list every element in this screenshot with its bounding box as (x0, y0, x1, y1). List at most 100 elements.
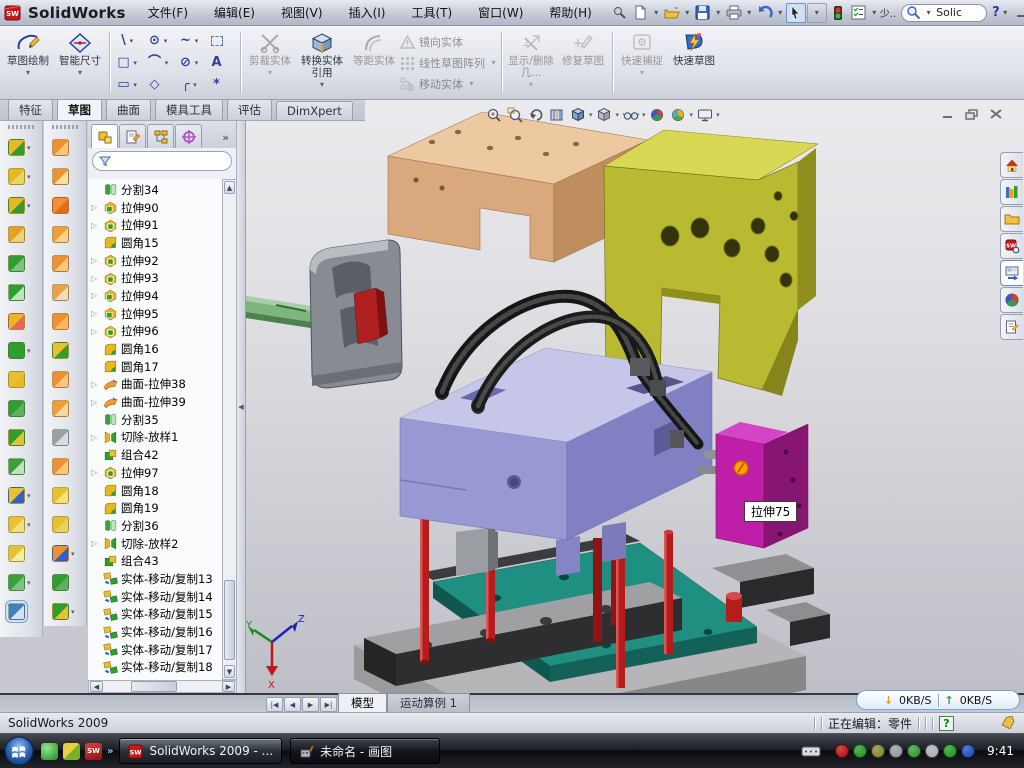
panel-tab-propertymanager[interactable] (119, 124, 146, 148)
undo-button[interactable] (755, 3, 775, 23)
toolbar-grip[interactable] (52, 125, 78, 129)
panel-tab-featuremanager[interactable] (91, 124, 118, 148)
sheetmetal-tool-4[interactable] (44, 220, 86, 249)
open-document-button-caret[interactable]: ▾ (683, 8, 692, 17)
tree-item[interactable]: 实体-移动/复制13 (88, 570, 222, 588)
tray-security-red-icon[interactable] (835, 744, 849, 758)
tree-item[interactable]: 实体-移动/复制18 (88, 659, 222, 677)
tray-update-check-icon[interactable] (871, 744, 885, 758)
features-tool-11[interactable] (0, 423, 42, 452)
features-tool-10[interactable] (0, 394, 42, 423)
selection-filter-button[interactable] (849, 3, 869, 23)
edit-appearance-icon[interactable] (648, 105, 667, 124)
search-input[interactable]: Solic (936, 6, 978, 19)
help-button[interactable]: ? (992, 5, 1000, 20)
tree-item[interactable]: ▷ 拉伸96 (88, 323, 222, 341)
doc-close-button[interactable] (988, 108, 1004, 120)
entity-slot-button[interactable]: ▭▾ (113, 74, 144, 96)
sheet-nav-last-button[interactable]: ▶| (320, 697, 337, 712)
sheetmetal-tool-12[interactable] (44, 452, 86, 481)
start-button[interactable] (3, 735, 35, 767)
tree-item[interactable]: 分割34 (88, 181, 222, 199)
entity-text-button[interactable]: A (206, 52, 237, 74)
tree-item[interactable]: 组合42 (88, 446, 222, 464)
ribbon-convert-entities-button[interactable]: 转换实体引用 ▾ (296, 28, 348, 97)
tree-item[interactable]: 圆角15 (88, 234, 222, 252)
tree-item[interactable]: ▷ 曲面-拉伸39 (88, 393, 222, 411)
pin-toolbar-button[interactable] (610, 3, 630, 23)
panel-splitter[interactable]: ◀ (237, 121, 246, 693)
tree-item[interactable]: ▷ 曲面-拉伸38 (88, 376, 222, 394)
doc-tab-模型[interactable]: 模型 (338, 693, 387, 712)
select-tool-button[interactable] (786, 3, 806, 23)
ribbon-quick-snaps-button[interactable]: 快速捕捉 ▾ (616, 28, 668, 97)
expand-arrow-icon[interactable]: ▷ (91, 274, 97, 283)
expand-arrow-icon[interactable]: ▷ (91, 203, 97, 212)
display-style-icon[interactable] (595, 105, 614, 124)
sheetmetal-tool-2[interactable] (44, 162, 86, 191)
tab-DimXpert[interactable]: DimXpert (276, 101, 353, 120)
sheet-nav-first-button[interactable]: |◀ (266, 697, 283, 712)
tree-item[interactable]: ▷ 拉伸92 (88, 252, 222, 270)
new-document-button-caret[interactable]: ▾ (652, 8, 661, 17)
undo-button-caret[interactable]: ▾ (776, 8, 785, 17)
tree-item[interactable]: 实体-移动/复制17 (88, 641, 222, 659)
entity-sketch-fillet-button[interactable]: ╭▾ (175, 74, 206, 96)
sheetmetal-tool-17[interactable]: ▾ (44, 597, 86, 626)
ribbon-trim-entities-button[interactable]: 剪裁实体 ▾ (244, 28, 296, 97)
help-caret[interactable]: ▾ (1001, 8, 1010, 17)
features-tool-2[interactable]: ▾ (0, 162, 42, 191)
previous-view-icon[interactable] (526, 105, 545, 124)
tab-草图[interactable]: 草图 (57, 98, 102, 120)
expand-arrow-icon[interactable]: ▷ (91, 468, 97, 477)
sheetmetal-tool-9[interactable] (44, 365, 86, 394)
features-tool-6[interactable] (0, 278, 42, 307)
part-insert-block[interactable] (716, 422, 808, 548)
scroll-up-button[interactable]: ▲ (224, 181, 235, 194)
features-tool-1[interactable]: ▾ (0, 133, 42, 162)
window-minimize-button[interactable] (1011, 3, 1024, 23)
expand-arrow-icon[interactable]: ▷ (91, 433, 97, 442)
sheetmetal-tool-5[interactable] (44, 249, 86, 278)
ribbon-repair-sketch-button[interactable]: + 修复草图 (557, 28, 609, 97)
menu-编辑(E)[interactable]: 编辑(E) (202, 1, 267, 24)
zoom-to-fit-icon[interactable] (484, 105, 503, 124)
tab-特征[interactable]: 特征 (8, 99, 53, 120)
sheet-nav-next-button[interactable]: ▶ (302, 697, 319, 712)
expand-arrow-icon[interactable]: ▷ (91, 309, 97, 318)
taskpane-tab-solidworks-search[interactable]: SW (1000, 233, 1023, 259)
features-tool-4[interactable] (0, 220, 42, 249)
entity-ellipse-button[interactable]: ⊘▾ (175, 52, 206, 74)
scroll-thumb[interactable] (224, 580, 235, 660)
part-red-insert[interactable] (354, 288, 388, 344)
panel-tab-overflow[interactable]: » (222, 131, 234, 148)
sheetmetal-tool-10[interactable] (44, 394, 86, 423)
features-tool-15[interactable] (0, 539, 42, 568)
ribbon-linear-sketch-pattern-button[interactable]: 线性草图阵列▾ (400, 53, 498, 72)
taskbar-button-paint[interactable]: 未命名 - 画图 (290, 738, 440, 764)
scroll-left-button[interactable]: ◀ (90, 681, 103, 692)
menu-帮助(H)[interactable]: 帮助(H) (537, 1, 603, 24)
taskpane-tab-appearances-scenes[interactable] (1000, 287, 1023, 313)
tree-item[interactable]: 圆角17 (88, 358, 222, 376)
entity-selection-box-button[interactable] (206, 30, 237, 52)
print-button-caret[interactable]: ▾ (745, 8, 754, 17)
tree-item[interactable]: ▷ 切除-放样1 (88, 429, 222, 447)
select-tool-caret[interactable]: ▾ (807, 3, 827, 23)
sheet-nav-prev-button[interactable]: ◀ (284, 697, 301, 712)
section-view-icon[interactable] (547, 105, 566, 124)
messenger-icon[interactable] (41, 743, 58, 760)
taskpane-tab-solidworks-resources[interactable] (1000, 152, 1023, 178)
view-settings-icon[interactable] (695, 105, 714, 124)
tree-filter-box[interactable] (92, 151, 232, 171)
entity-arc-button[interactable]: ⌒▾ (144, 52, 175, 74)
tag-icon[interactable] (1000, 716, 1016, 730)
taskpane-tab-view-palette[interactable] (1000, 260, 1023, 286)
tab-模具工具[interactable]: 模具工具 (155, 99, 223, 120)
tree-item[interactable]: ▷ 拉伸95 (88, 305, 222, 323)
entity-circle-button[interactable]: ⊙▾ (144, 30, 175, 52)
taskbar-button-solidworks[interactable]: SW SolidWorks 2009 - ... (119, 738, 282, 764)
quick-tips-icon[interactable]: ? (939, 716, 954, 731)
features-tool-5[interactable] (0, 249, 42, 278)
taskpane-tab-custom-properties[interactable] (1000, 314, 1023, 340)
